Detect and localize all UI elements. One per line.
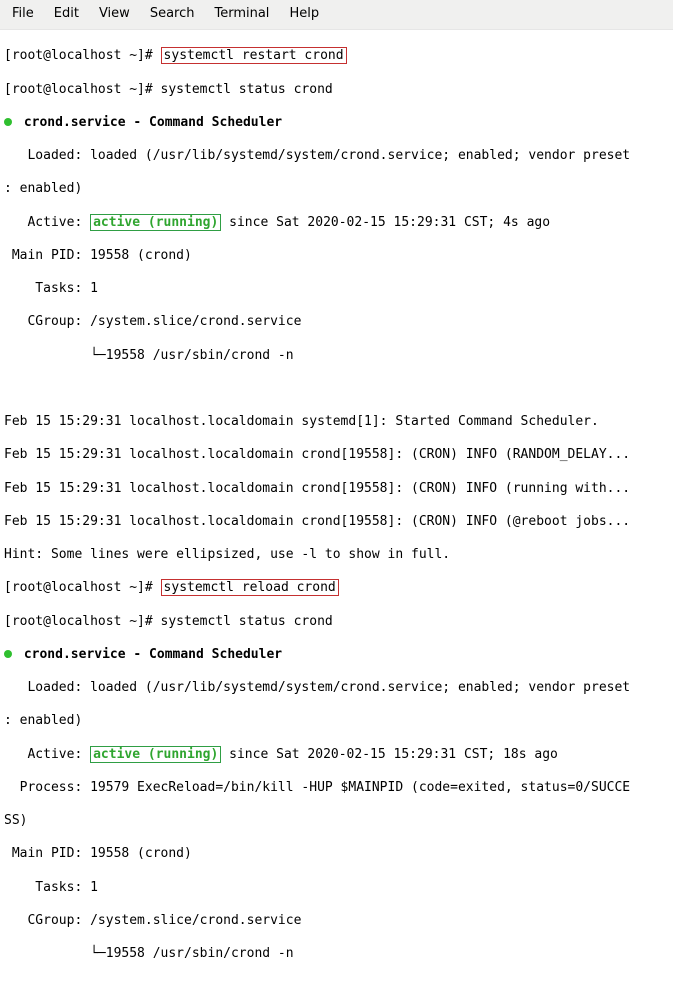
- loaded-line-wrap: : enabled): [4, 181, 669, 198]
- cgroup: CGroup: /system.slice/crond.service: [4, 913, 669, 930]
- process-line-wrap: SS): [4, 813, 669, 830]
- service-header: crond.service - Command Scheduler: [4, 115, 669, 132]
- prompt: [root@localhost ~]#: [4, 48, 161, 63]
- status-dot-icon: [4, 118, 12, 126]
- loaded-line-wrap: : enabled): [4, 713, 669, 730]
- active-running: active (running): [93, 747, 218, 762]
- menu-edit[interactable]: Edit: [44, 4, 89, 25]
- service-header: crond.service - Command Scheduler: [4, 647, 669, 664]
- service-name: crond.service - Command Scheduler: [16, 115, 282, 130]
- prompt-line: [root@localhost ~]# systemctl status cro…: [4, 614, 669, 631]
- menu-search[interactable]: Search: [140, 4, 205, 25]
- log-line: Feb 15 15:29:31 localhost.localdomain cr…: [4, 447, 669, 464]
- log-line: Feb 15 15:29:31 localhost.localdomain cr…: [4, 514, 669, 531]
- command-reload-crond: systemctl reload crond: [161, 579, 339, 596]
- prompt: [root@localhost ~]#: [4, 580, 161, 595]
- menu-terminal[interactable]: Terminal: [204, 4, 279, 25]
- prompt-line: [root@localhost ~]# systemctl status cro…: [4, 82, 669, 99]
- service-name: crond.service - Command Scheduler: [16, 647, 282, 662]
- main-pid: Main PID: 19558 (crond): [4, 248, 669, 265]
- main-pid: Main PID: 19558 (crond): [4, 846, 669, 863]
- process-line: Process: 19579 ExecReload=/bin/kill -HUP…: [4, 780, 669, 797]
- active-line: Active: active (running) since Sat 2020-…: [4, 215, 669, 232]
- active-since: since Sat 2020-02-15 15:29:31 CST; 4s ag…: [221, 215, 550, 230]
- command-restart-crond: systemctl restart crond: [161, 47, 347, 64]
- loaded-line: Loaded: loaded (/usr/lib/systemd/system/…: [4, 680, 669, 697]
- cgroup: CGroup: /system.slice/crond.service: [4, 314, 669, 331]
- loaded-line: Loaded: loaded (/usr/lib/systemd/system/…: [4, 148, 669, 165]
- menu-file[interactable]: File: [8, 4, 44, 25]
- active-label: Active:: [4, 215, 90, 230]
- menu-view[interactable]: View: [89, 4, 140, 25]
- tasks: Tasks: 1: [4, 880, 669, 897]
- terminal-output[interactable]: [root@localhost ~]# systemctl restart cr…: [0, 30, 673, 983]
- active-status: active (running): [90, 746, 221, 763]
- hint-line: Hint: Some lines were ellipsized, use -l…: [4, 547, 669, 564]
- blank: [4, 381, 669, 398]
- active-running: active (running): [93, 215, 218, 230]
- prompt-line: [root@localhost ~]# systemctl reload cro…: [4, 580, 669, 597]
- status-dot-icon: [4, 650, 12, 658]
- menu-help[interactable]: Help: [279, 4, 329, 25]
- menubar: File Edit View Search Terminal Help: [0, 0, 673, 30]
- active-label: Active:: [4, 747, 90, 762]
- tasks: Tasks: 1: [4, 281, 669, 298]
- prompt-line: [root@localhost ~]# systemctl restart cr…: [4, 48, 669, 65]
- log-line: Feb 15 15:29:31 localhost.localdomain cr…: [4, 481, 669, 498]
- active-status: active (running): [90, 214, 221, 231]
- cgroup-proc: └─19558 /usr/sbin/crond -n: [4, 348, 669, 365]
- active-since: since Sat 2020-02-15 15:29:31 CST; 18s a…: [221, 747, 558, 762]
- active-line: Active: active (running) since Sat 2020-…: [4, 747, 669, 764]
- cgroup-proc: └─19558 /usr/sbin/crond -n: [4, 946, 669, 963]
- log-line: Feb 15 15:29:31 localhost.localdomain sy…: [4, 414, 669, 431]
